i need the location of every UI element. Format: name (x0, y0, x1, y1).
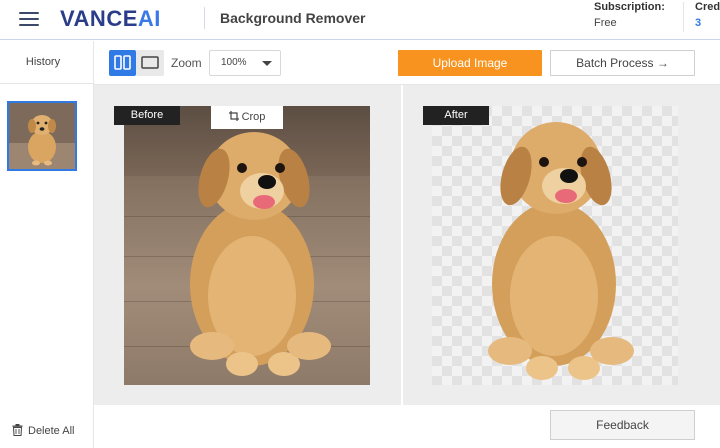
after-label: After (423, 106, 489, 125)
zoom-value: 100% (221, 57, 247, 68)
zoom-label: Zoom (171, 56, 202, 70)
trash-icon (12, 424, 23, 436)
hamburger-menu-icon[interactable] (19, 9, 39, 27)
split-view-icon (114, 55, 131, 70)
dog-thumbnail-image (9, 103, 75, 169)
feedback-button[interactable]: Feedback (550, 410, 695, 440)
upload-image-button[interactable]: Upload Image (398, 50, 542, 76)
chevron-down-icon (262, 61, 272, 66)
batch-process-button[interactable]: Batch Process → (550, 50, 695, 76)
crop-label: Crop (241, 111, 266, 123)
vance-ai-logo[interactable]: VANCEAI (60, 6, 161, 32)
header-divider (204, 7, 205, 29)
history-thumbnail[interactable] (7, 101, 77, 171)
top-bar: VANCEAI Background Remover Subscription:… (0, 0, 720, 40)
toolbar: Zoom 100% Upload Image Batch Process → (94, 41, 720, 85)
dog-cutout (488, 122, 634, 380)
subscription-label: Subscription: (594, 1, 665, 13)
single-view-button[interactable] (136, 50, 164, 76)
history-sidebar: History Delete All (0, 41, 94, 448)
credits-label: Credits: (695, 1, 720, 13)
credits-value[interactable]: 3 (695, 17, 701, 29)
dog-photo (190, 132, 331, 376)
header-separator (683, 2, 684, 32)
crop-icon (228, 111, 239, 121)
before-label: Before (114, 106, 180, 125)
delete-all-label: Delete All (28, 425, 75, 437)
logo-text: VANCE (60, 6, 138, 31)
crop-button[interactable]: Crop (211, 106, 283, 129)
pane-divider (401, 85, 403, 405)
before-image[interactable] (124, 106, 370, 385)
zoom-select[interactable]: 100% (209, 50, 281, 76)
history-title: History (25, 56, 61, 68)
logo-ai-text: AI (137, 6, 161, 31)
product-title: Background Remover (220, 10, 366, 26)
single-view-icon (141, 56, 159, 69)
history-divider (0, 83, 94, 84)
preview-workspace: Before Crop After (94, 85, 720, 405)
delete-all-button[interactable]: Delete All (12, 424, 74, 437)
after-image[interactable] (432, 106, 678, 385)
subscription-value: Free (594, 17, 617, 29)
split-view-button[interactable] (109, 50, 136, 76)
